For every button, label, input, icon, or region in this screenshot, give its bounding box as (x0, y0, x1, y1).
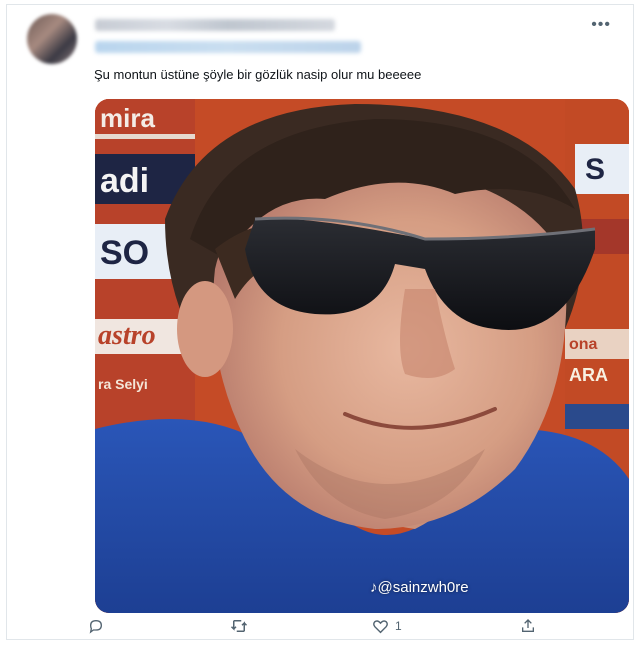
reply-icon (89, 619, 103, 634)
retweet-icon (230, 620, 248, 632)
share-icon (522, 619, 534, 632)
svg-text:ARA: ARA (569, 365, 608, 385)
author-handle-blurred[interactable] (95, 41, 361, 53)
tweet-card: ••• Şu montun üstüne şöyle bir gözlük na… (6, 4, 634, 640)
svg-text:S: S (585, 153, 605, 186)
svg-text:ra Selyi: ra Selyi (98, 376, 148, 392)
tiktok-watermark: ♪@sainzwh0re (370, 579, 469, 596)
retweet-button[interactable] (230, 618, 254, 634)
more-dots-icon[interactable]: ••• (591, 17, 611, 33)
svg-text:SO: SO (100, 234, 149, 272)
svg-text:adi: adi (100, 162, 149, 200)
tiktok-icon: ♪ (370, 579, 378, 596)
avatar[interactable] (27, 14, 77, 64)
svg-text:mira: mira (100, 103, 155, 133)
messi-photo: mira adi SO astro ra Selyi S ona ARA (95, 99, 629, 613)
reply-button[interactable] (88, 618, 110, 634)
tweet-text: Şu montun üstüne şöyle bir gözlük nasip … (94, 67, 422, 82)
author-name-blurred[interactable] (95, 19, 335, 31)
like-button[interactable]: 1 (372, 618, 402, 634)
svg-text:astro: astro (98, 320, 156, 351)
like-count: 1 (395, 619, 402, 633)
heart-icon (373, 620, 388, 634)
svg-text:ona: ona (569, 336, 598, 353)
tweet-media[interactable]: mira adi SO astro ra Selyi S ona ARA ♪@s… (95, 99, 629, 613)
action-bar: 1 (0, 618, 640, 642)
share-button[interactable] (520, 618, 536, 634)
